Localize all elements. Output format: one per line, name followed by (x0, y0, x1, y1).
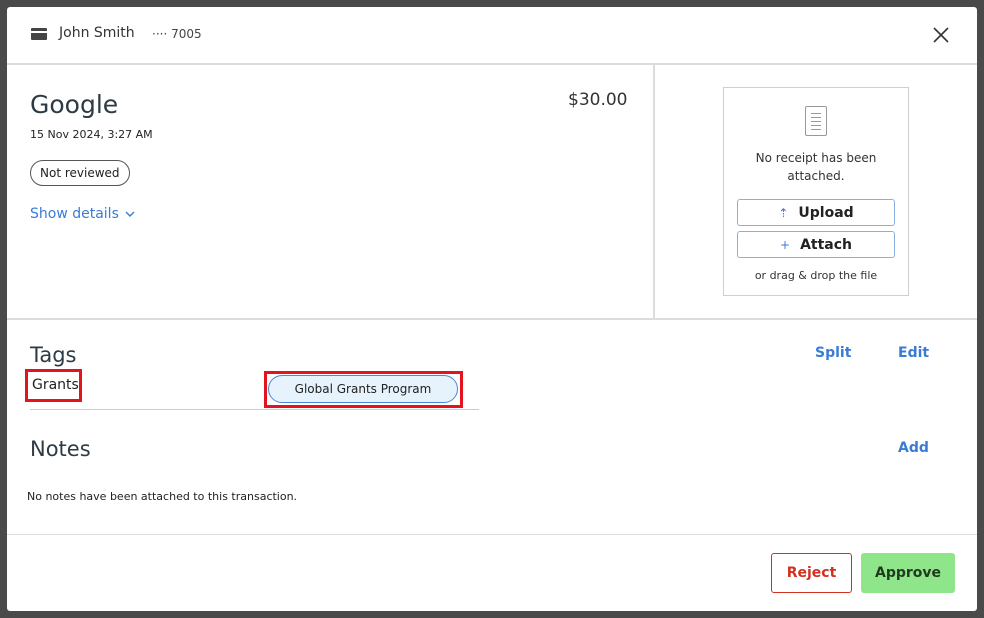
transaction-date: 15 Nov 2024, 3:27 AM (30, 128, 153, 141)
section-divider (7, 318, 977, 320)
show-details-label: Show details (30, 206, 119, 222)
drag-drop-hint: or drag & drop the file (754, 269, 878, 282)
notes-empty-message: No notes have been attached to this tran… (27, 490, 298, 503)
edit-tags-button[interactable]: Edit (898, 345, 929, 361)
show-details-link[interactable]: Show details (30, 206, 135, 222)
tag-value-pill[interactable]: Global Grants Program (268, 375, 458, 403)
status-badge: Not reviewed (30, 160, 130, 186)
transaction-summary: Google $30.00 15 Nov 2024, 3:27 AM Not r… (7, 65, 655, 318)
attach-button[interactable]: + Attach (737, 231, 895, 258)
document-icon (805, 106, 827, 136)
tags-heading: Tags (30, 343, 77, 367)
close-button[interactable] (929, 23, 953, 47)
credit-card-icon (31, 28, 47, 40)
upload-button[interactable]: ⇡ Upload (737, 199, 895, 226)
merchant-name: Google (30, 90, 119, 119)
plus-icon: + (780, 237, 791, 252)
transaction-modal: John Smith ···· 7005 Google $30.00 15 No… (7, 7, 977, 611)
split-button[interactable]: Split (815, 345, 851, 361)
tag-category-label: Grants (25, 369, 82, 402)
reject-button[interactable]: Reject (771, 553, 852, 593)
tags-divider (30, 409, 479, 410)
add-note-button[interactable]: Add (898, 440, 929, 456)
upload-icon: ⇡ (778, 205, 789, 220)
receipt-empty-message: No receipt has been attached. (755, 151, 877, 183)
notes-heading: Notes (30, 437, 91, 461)
footer-divider (7, 534, 977, 535)
receipt-dropzone[interactable]: No receipt has been attached. ⇡ Upload +… (723, 87, 909, 296)
cardholder-name: John Smith (59, 25, 135, 41)
upload-label: Upload (798, 204, 854, 221)
approve-button[interactable]: Approve (861, 553, 955, 593)
attach-label: Attach (800, 236, 852, 253)
close-icon (933, 27, 949, 43)
modal-header: John Smith ···· 7005 (7, 7, 977, 65)
chevron-down-icon (125, 211, 135, 217)
card-number: ···· 7005 (152, 27, 202, 41)
transaction-amount: $30.00 (568, 90, 628, 110)
